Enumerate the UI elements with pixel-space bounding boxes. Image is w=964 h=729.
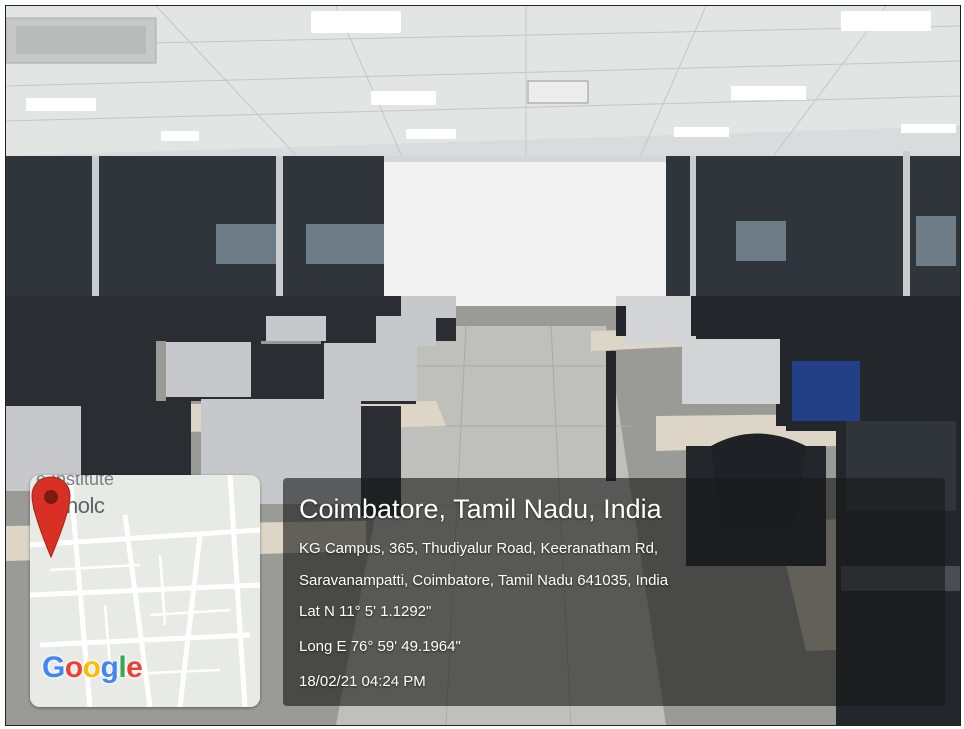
geotag-info-panel: Coimbatore, Tamil Nadu, India KG Campus,… [283, 478, 945, 706]
location-title: Coimbatore, Tamil Nadu, India [299, 494, 662, 524]
timestamp-text: 18/02/21 04:24 PM [299, 673, 426, 690]
map-pin-icon [31, 476, 71, 559]
latitude-text: Lat N 11° 5' 1.1292" [299, 603, 432, 620]
address-line-2: Saravanampatti, Coimbatore, Tamil Nadu 6… [299, 572, 669, 589]
map-thumbnail: e Institute echnolc Google [30, 475, 260, 707]
address-line-1: KG Campus, 365, Thudiyalur Road, Keerana… [299, 540, 659, 557]
longitude-text: Long E 76° 59' 49.1964" [299, 638, 461, 655]
google-logo: Google [42, 651, 143, 684]
